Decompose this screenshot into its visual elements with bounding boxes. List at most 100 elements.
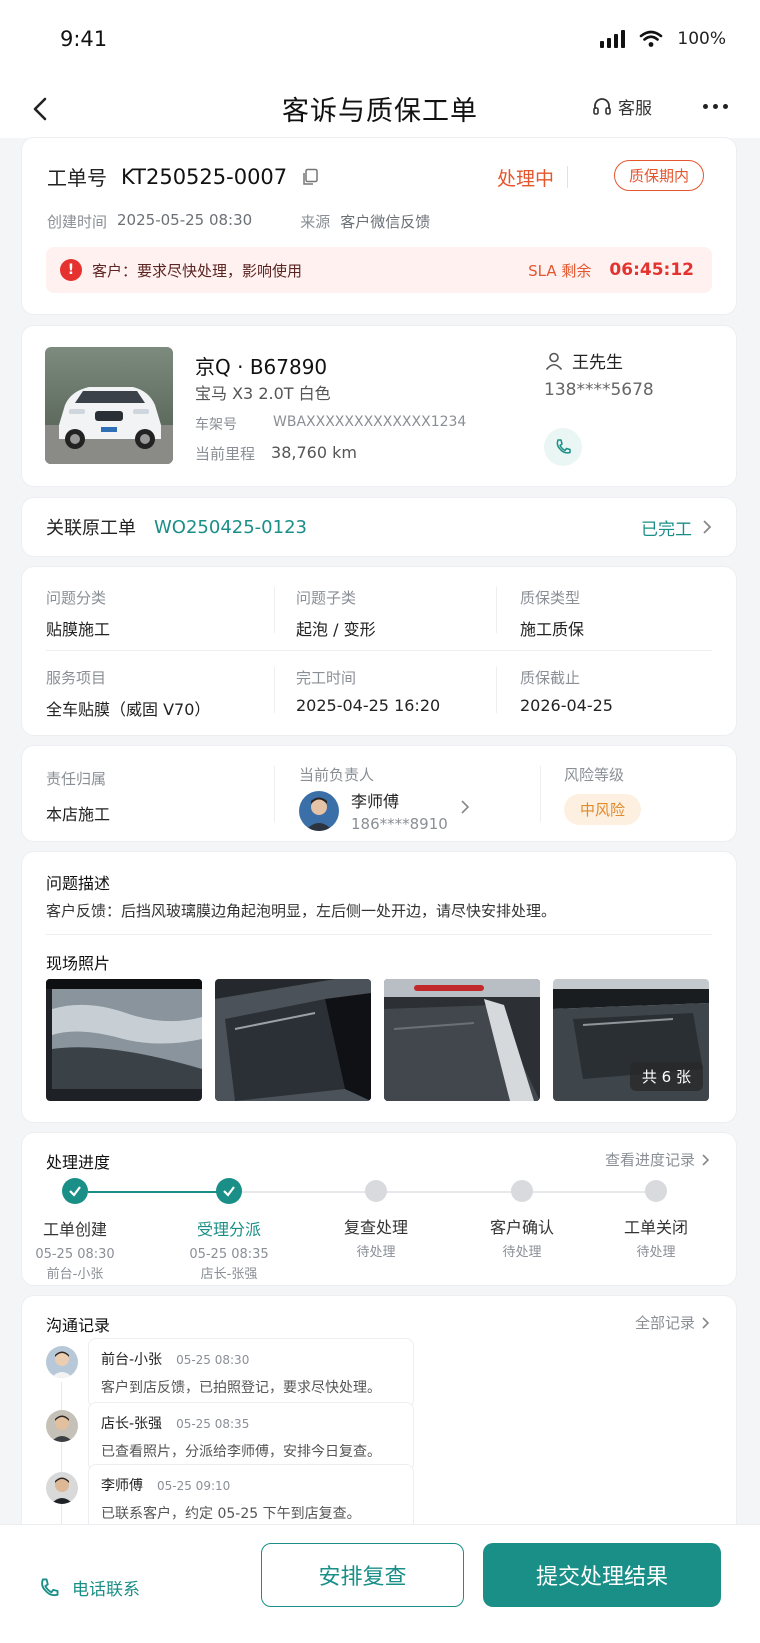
step-name: 受理分派 bbox=[196, 1220, 261, 1239]
message-text: 已联系客户，约定 05-25 下午到店复查。 bbox=[101, 1506, 361, 1522]
message-text: 客户到店反馈，已拍照登记，要求尽快处理。 bbox=[101, 1380, 381, 1396]
customer-service-button[interactable]: 客服 bbox=[592, 94, 652, 119]
message-bubble: 前台-小张 05-25 08:30 客户到店反馈，已拍照登记，要求尽快处理。 bbox=[88, 1338, 414, 1408]
related-order-link[interactable]: WO250425-0123 bbox=[154, 517, 641, 538]
battery-level: 100% bbox=[677, 29, 726, 49]
message-avatar bbox=[46, 1346, 78, 1378]
alert-icon: ! bbox=[60, 259, 82, 281]
ticket-status: 处理中 bbox=[496, 168, 554, 190]
progress-step: 工单关闭 待处理 bbox=[586, 1178, 726, 1262]
vin-row: 车架号 WBAXXXXXXXXXXXXX1234 bbox=[195, 414, 466, 434]
progress-step: 工单创建 05-25 08:30 前台-小张 bbox=[5, 1178, 145, 1283]
photo-count-badge[interactable]: 共 6 张 bbox=[629, 1062, 703, 1091]
signal-icon bbox=[600, 30, 626, 48]
chevron-right-icon bbox=[461, 799, 469, 814]
detail-label: 服务项目 bbox=[46, 669, 107, 687]
detail-value: 施工质保 bbox=[520, 620, 585, 639]
step-time: 05-25 08:30 bbox=[35, 1247, 115, 1262]
vehicle-card: 京Q · B67890 宝马 X3 2.0T 白色 车架号 WBAXXXXXXX… bbox=[22, 326, 736, 486]
responsibility-label: 责任归属 bbox=[46, 770, 107, 788]
detail-label: 问题子类 bbox=[296, 589, 357, 607]
check-icon bbox=[62, 1178, 88, 1204]
view-progress-link[interactable]: 查看进度记录 bbox=[605, 1149, 710, 1170]
source-label: 来源 bbox=[300, 213, 331, 231]
vehicle-photo[interactable] bbox=[45, 347, 173, 464]
divider bbox=[274, 766, 275, 822]
step-name: 客户确认 bbox=[489, 1218, 554, 1237]
schedule-review-button[interactable]: 安排复查 bbox=[261, 1543, 464, 1607]
wifi-icon bbox=[640, 30, 663, 47]
assignee-avatar bbox=[299, 790, 339, 831]
divider bbox=[274, 667, 275, 713]
chevron-right-icon bbox=[702, 1316, 710, 1329]
problem-title: 问题描述 bbox=[46, 874, 111, 893]
responsibility-card: 责任归属 本店施工 当前负责人 李师傅 186****8910 风险等级 中风险 bbox=[22, 746, 736, 841]
progress-title: 处理进度 bbox=[46, 1153, 111, 1172]
pending-dot-icon bbox=[511, 1180, 533, 1202]
detail-value: 起泡 / 变形 bbox=[296, 620, 376, 639]
step-operator: 前台-小张 bbox=[46, 1266, 104, 1282]
site-photo[interactable] bbox=[46, 979, 202, 1101]
submit-result-button[interactable]: 提交处理结果 bbox=[483, 1543, 721, 1607]
risk-badge: 中风险 bbox=[564, 794, 642, 825]
detail-subcategory: 问题子类 起泡 / 变形 bbox=[296, 587, 376, 640]
chevron-right-icon bbox=[702, 1153, 710, 1166]
problem-details-card: 问题分类 贴膜施工 问题子类 起泡 / 变形 质保类型 施工质保 服务项目 全车… bbox=[22, 567, 736, 735]
site-photo[interactable] bbox=[384, 979, 540, 1101]
site-photo[interactable]: 共 6 张 bbox=[553, 979, 709, 1101]
detail-label: 完工时间 bbox=[296, 669, 357, 687]
nav-bar: 客诉与质保工单 客服 bbox=[0, 78, 760, 138]
pending-dot-icon bbox=[645, 1180, 667, 1202]
divider bbox=[46, 934, 712, 935]
copy-icon[interactable] bbox=[301, 168, 319, 186]
owner-name-row: 王先生 bbox=[544, 348, 623, 373]
user-icon bbox=[545, 352, 563, 370]
mileage-value: 38,760 km bbox=[271, 443, 357, 462]
phone-contact-label: 电话联系 bbox=[72, 1580, 140, 1600]
all-records-label: 全部记录 bbox=[634, 1314, 695, 1332]
vehicle-model: 宝马 X3 2.0T 白色 bbox=[195, 384, 331, 403]
step-name: 复查处理 bbox=[343, 1218, 408, 1237]
message-avatar bbox=[46, 1472, 78, 1504]
ticket-number-label: 工单号 bbox=[47, 166, 107, 190]
phone-contact-button[interactable]: 电话联系 bbox=[38, 1575, 140, 1600]
source-value: 客户微信反馈 bbox=[340, 213, 431, 231]
ticket-number: KT250525-0007 bbox=[121, 164, 288, 189]
responsibility-owner: 责任归属 本店施工 bbox=[46, 768, 110, 825]
assignee-name: 李师傅 bbox=[351, 792, 400, 811]
progress-step: 客户确认 待处理 bbox=[452, 1178, 592, 1262]
photos-title: 现场照片 bbox=[46, 954, 111, 973]
step-time: 待处理 bbox=[502, 1245, 542, 1260]
related-order-card[interactable]: 关联原工单 WO250425-0123 已完工 bbox=[22, 498, 736, 556]
responsibility-value: 本店施工 bbox=[46, 805, 111, 824]
message-author: 前台-小张 bbox=[101, 1352, 163, 1368]
site-photo[interactable] bbox=[215, 979, 371, 1101]
assignee-row[interactable]: 李师傅 186****8910 bbox=[299, 788, 470, 833]
phone-icon bbox=[41, 1578, 59, 1596]
divider bbox=[540, 766, 541, 822]
step-operator: 店长-张强 bbox=[200, 1266, 258, 1282]
progress-step: 受理分派 05-25 08:35 店长-张强 bbox=[159, 1178, 299, 1283]
alert-text: 客户：要求尽快处理，影响使用 bbox=[92, 261, 303, 280]
assignee-phone: 186****8910 bbox=[351, 815, 448, 833]
detail-label: 质保截止 bbox=[520, 669, 581, 687]
message-time: 05-25 08:35 bbox=[176, 1417, 250, 1431]
bottom-action-bar: 电话联系 安排复查 提交处理结果 bbox=[0, 1524, 760, 1643]
detail-value: 2026-04-25 bbox=[520, 696, 613, 715]
detail-category: 问题分类 贴膜施工 bbox=[46, 587, 110, 640]
all-records-link[interactable]: 全部记录 bbox=[635, 1312, 710, 1333]
mileage-label: 当前里程 bbox=[195, 445, 256, 463]
progress-step: 复查处理 待处理 bbox=[306, 1178, 446, 1262]
divider bbox=[496, 667, 497, 713]
customer-service-label: 客服 bbox=[618, 99, 652, 119]
back-icon[interactable] bbox=[28, 96, 54, 122]
ticket-meta: 创建时间 2025-05-25 08:30 来源 客户微信反馈 bbox=[47, 211, 430, 232]
detail-value: 2025-04-25 16:20 bbox=[296, 696, 441, 715]
ticket-header-card: 工单号 KT250525-0007 处理中 质保期内 创建时间 2025-05-… bbox=[22, 138, 736, 314]
ticket-number-row: 工单号 KT250525-0007 bbox=[47, 162, 319, 191]
call-owner-button[interactable] bbox=[544, 428, 582, 466]
vin-label: 车架号 bbox=[195, 417, 237, 433]
mileage-row: 当前里程 38,760 km bbox=[195, 443, 357, 464]
step-name: 工单关闭 bbox=[623, 1218, 688, 1237]
more-icon[interactable] bbox=[703, 104, 728, 109]
